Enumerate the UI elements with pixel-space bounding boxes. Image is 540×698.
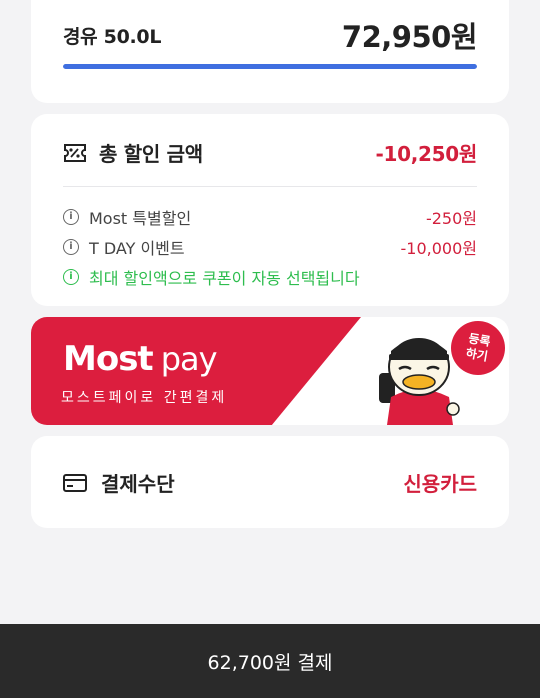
payment-method-row: 결제수단 신용카드 [63,468,477,497]
divider [63,186,477,187]
fuel-amount-label: 경유 50.0L [63,25,162,48]
discount-item-label: T DAY 이벤트 [89,239,185,258]
most-pay-banner[interactable]: Most pay 모스트페이로 간편결제 등록 하기 [31,317,509,425]
credit-card-icon [63,473,87,492]
info-icon[interactable]: i [63,209,79,225]
notice-left: i 최대 할인액으로 쿠폰이 자동 선택됩니다 [63,265,360,289]
info-icon[interactable]: i [63,239,79,255]
discount-header-left: 총 할인 금액 [63,138,203,167]
discount-item-left: i Most 특별할인 [63,205,191,229]
checkout-label: 62,700원 결제 [207,651,333,674]
discount-item-amount: -10,000원 [400,239,477,258]
discount-item-tday[interactable]: i T DAY 이벤트 -10,000원 [63,232,477,262]
payment-method-value[interactable]: 신용카드 [403,468,477,497]
register-badge-text: 등록 하기 [464,331,492,364]
coupon-auto-notice: i 최대 할인액으로 쿠폰이 자동 선택됩니다 [63,262,477,292]
notice-text: 최대 할인액으로 쿠폰이 자동 선택됩니다 [89,269,360,288]
discount-header: 총 할인 금액 -10,250원 [63,138,477,167]
payment-method-left: 결제수단 [63,468,175,497]
checkout-button[interactable]: 62,700원 결제 [0,624,540,698]
fuel-progress-bar [63,64,477,69]
discount-item-most-special[interactable]: i Most 특별할인 -250원 [63,202,477,232]
coupon-icon [63,143,87,163]
fuel-progress-fill [63,64,477,69]
logo-main: Most [63,339,154,379]
payment-method-title: 결제수단 [101,472,175,496]
banner-subtitle: 모스트페이로 간편결제 [61,390,228,406]
discount-item-label: Most 특별할인 [89,209,192,228]
most-pay-logo: Most pay [63,339,218,379]
discount-total: -10,250원 [375,142,478,166]
fuel-price: 72,950원 [341,20,478,54]
fuel-row: 경유 50.0L 72,950원 [63,14,478,56]
payment-method-card[interactable]: 결제수단 신용카드 [31,436,509,528]
discount-list: i Most 특별할인 -250원 i T DAY 이벤트 -10,000원 i… [63,202,477,292]
fuel-summary-card: 경유 50.0L 72,950원 [31,0,509,103]
info-icon: i [63,269,79,285]
discount-item-amount: -250원 [425,209,477,228]
logo-pay: pay [160,340,218,378]
discount-title: 총 할인 금액 [99,142,203,166]
discount-item-left: i T DAY 이벤트 [63,235,185,259]
discount-card: 총 할인 금액 -10,250원 i Most 특별할인 -250원 i T D… [31,114,509,306]
